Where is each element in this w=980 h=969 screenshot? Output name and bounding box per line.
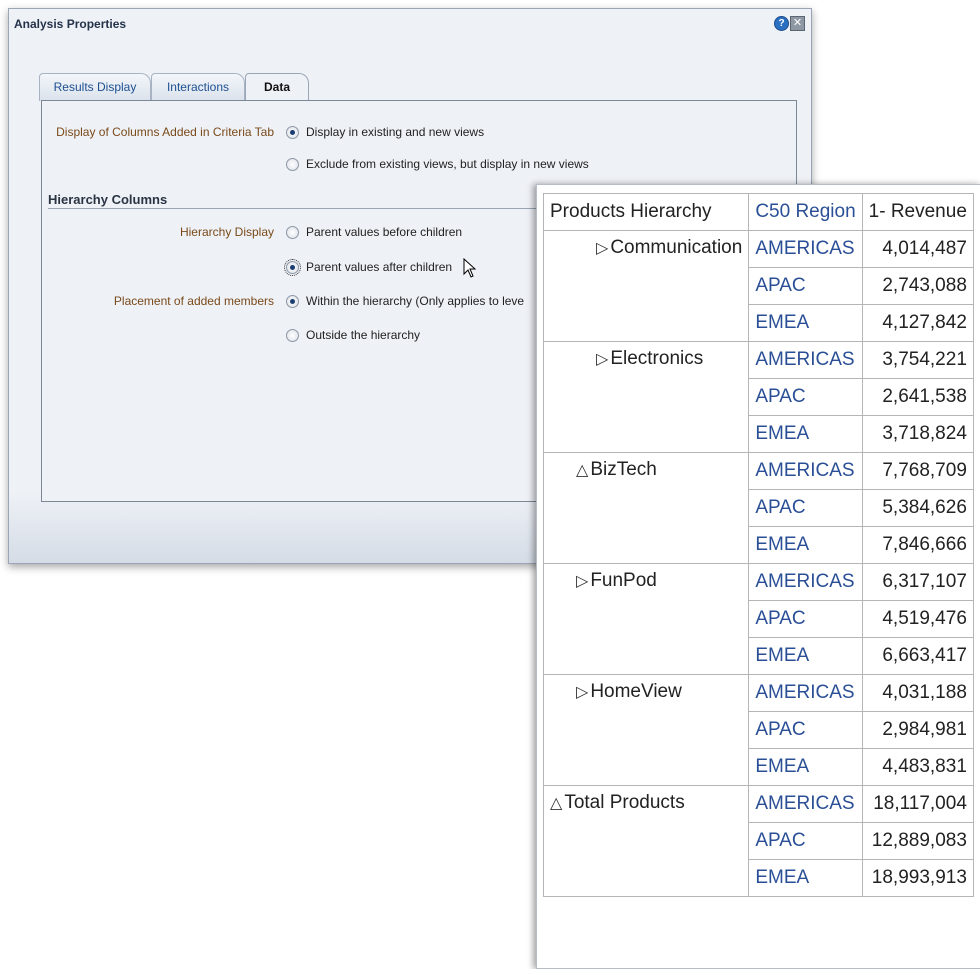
radio-button[interactable]: [284, 259, 301, 277]
help-icon[interactable]: ?: [774, 16, 789, 31]
table-row: ▷ Electronics AMERICAS 3,754,221: [542, 341, 974, 453]
option-label: Exclude from existing views, but display…: [306, 157, 589, 171]
placement-label: Placement of added members: [113, 294, 274, 308]
header-region[interactable]: C50 Region: [748, 193, 863, 231]
revenue-cell: 4,127,842: [861, 304, 974, 342]
table-row: △ BizTech AMERICAS 7,768,709: [542, 452, 974, 564]
expand-triangle-icon[interactable]: ▷: [596, 240, 608, 257]
collapse-triangle-icon[interactable]: △: [550, 795, 562, 812]
revenue-cell: 4,014,487: [861, 230, 974, 268]
region-cell[interactable]: AMERICAS: [748, 230, 863, 268]
region-cell[interactable]: EMEA: [748, 859, 863, 897]
option-within-hierarchy[interactable]: Within the hierarchy (Only applies to le…: [286, 292, 524, 310]
product-label: BizTech: [590, 459, 657, 480]
region-cell[interactable]: APAC: [748, 711, 863, 749]
display-columns-label: Display of Columns Added in Criteria Tab: [56, 125, 274, 139]
tab-data[interactable]: Data: [245, 73, 309, 102]
radio-button[interactable]: [286, 329, 299, 343]
hierarchy-columns-heading: Hierarchy Columns: [48, 192, 168, 207]
header-products-hierarchy[interactable]: Products Hierarchy: [542, 193, 750, 231]
revenue-cell: 5,384,626: [861, 489, 974, 527]
option-label: Display in existing and new views: [306, 125, 485, 139]
option-label: Outside the hierarchy: [306, 328, 421, 342]
region-cell[interactable]: EMEA: [748, 304, 863, 342]
product-label: Total Products: [564, 792, 685, 813]
option-label: Parent values before children: [306, 225, 463, 239]
revenue-cell: 2,641,538: [861, 378, 974, 416]
region-cell[interactable]: APAC: [748, 267, 863, 305]
tab-label: Data: [263, 80, 290, 94]
header-row: Products Hierarchy C50 Region 1- Revenue: [542, 193, 974, 231]
option-outside-hierarchy[interactable]: Outside the hierarchy: [286, 326, 420, 344]
product-cell[interactable]: ▷ HomeView: [542, 674, 750, 786]
product-cell[interactable]: △ BizTech: [542, 452, 750, 564]
radio-button[interactable]: [286, 295, 299, 309]
table-row: ▷ HomeView AMERICAS 4,031,188: [542, 674, 974, 786]
revenue-cell: 6,317,107: [861, 563, 974, 601]
close-icon[interactable]: ✕: [790, 16, 805, 31]
region-cell[interactable]: APAC: [748, 489, 863, 527]
region-cell[interactable]: AMERICAS: [748, 452, 863, 490]
revenue-cell: 2,984,981: [861, 711, 974, 749]
revenue-cell: 3,754,221: [861, 341, 974, 379]
mouse-cursor-icon: [463, 258, 477, 278]
tab-label: Results Display: [53, 80, 137, 94]
expand-triangle-icon[interactable]: ▷: [596, 351, 608, 368]
revenue-cell: 4,031,188: [861, 674, 974, 712]
region-cell[interactable]: EMEA: [748, 748, 863, 786]
pivot-table-panel: Products Hierarchy C50 Region 1- Revenue…: [536, 184, 980, 969]
tab-interactions[interactable]: Interactions: [151, 73, 245, 101]
table-row: △ Total Products AMERICAS 18,117,004: [542, 785, 974, 897]
region-cell[interactable]: AMERICAS: [748, 563, 863, 601]
radio-button[interactable]: [286, 226, 299, 240]
option-label: Parent values after children: [306, 260, 453, 274]
revenue-cell: 6,663,417: [861, 637, 974, 675]
region-cell[interactable]: APAC: [748, 600, 863, 638]
region-cell[interactable]: EMEA: [748, 415, 863, 453]
product-label: Electronics: [610, 348, 704, 369]
revenue-cell: 12,889,083: [861, 822, 974, 860]
table-row: ▷ Communication AMERICAS 4,014,487: [542, 230, 974, 342]
option-parent-after-children[interactable]: Parent values after children: [284, 258, 453, 277]
region-cell[interactable]: AMERICAS: [748, 674, 863, 712]
product-label: Communication: [610, 237, 743, 258]
revenue-cell: 2,743,088: [861, 267, 974, 305]
option-label: Within the hierarchy (Only applies to le…: [306, 294, 525, 308]
product-label: HomeView: [590, 681, 682, 702]
region-cell[interactable]: APAC: [748, 378, 863, 416]
option-exclude-existing[interactable]: Exclude from existing views, but display…: [286, 155, 589, 173]
revenue-cell: 7,846,666: [861, 526, 974, 564]
region-cell[interactable]: EMEA: [748, 637, 863, 675]
product-cell[interactable]: ▷ Communication: [542, 230, 750, 342]
pivot-table: Products Hierarchy C50 Region 1- Revenue…: [542, 193, 974, 897]
region-cell[interactable]: APAC: [748, 822, 863, 860]
header-revenue[interactable]: 1- Revenue: [861, 193, 974, 231]
tab-results-display[interactable]: Results Display: [39, 73, 151, 101]
revenue-cell: 18,117,004: [861, 785, 974, 823]
table-row: ▷ FunPod AMERICAS 6,317,107: [542, 563, 974, 675]
expand-triangle-icon[interactable]: ▷: [576, 684, 588, 701]
revenue-cell: 4,483,831: [861, 748, 974, 786]
option-display-existing-new[interactable]: Display in existing and new views: [286, 123, 484, 141]
product-cell[interactable]: ▷ Electronics: [542, 341, 750, 453]
dialog-title: Analysis Properties: [14, 17, 127, 31]
tab-label: Interactions: [166, 80, 230, 94]
revenue-cell: 18,993,913: [861, 859, 974, 897]
region-cell[interactable]: EMEA: [748, 526, 863, 564]
dialog-titlebar: Analysis Properties ? ✕: [9, 9, 811, 35]
revenue-cell: 7,768,709: [861, 452, 974, 490]
region-cell[interactable]: AMERICAS: [748, 785, 863, 823]
product-cell[interactable]: △ Total Products: [542, 785, 750, 897]
expand-triangle-icon[interactable]: ▷: [576, 573, 588, 590]
revenue-cell: 3,718,824: [861, 415, 974, 453]
hierarchy-display-label: Hierarchy Display: [179, 225, 274, 239]
region-cell[interactable]: AMERICAS: [748, 341, 863, 379]
collapse-triangle-icon[interactable]: △: [576, 462, 588, 479]
radio-button[interactable]: [286, 126, 299, 140]
revenue-cell: 4,519,476: [861, 600, 974, 638]
product-label: FunPod: [590, 570, 657, 591]
radio-button[interactable]: [286, 158, 299, 172]
product-cell[interactable]: ▷ FunPod: [542, 563, 750, 675]
option-parent-before-children[interactable]: Parent values before children: [286, 223, 462, 241]
